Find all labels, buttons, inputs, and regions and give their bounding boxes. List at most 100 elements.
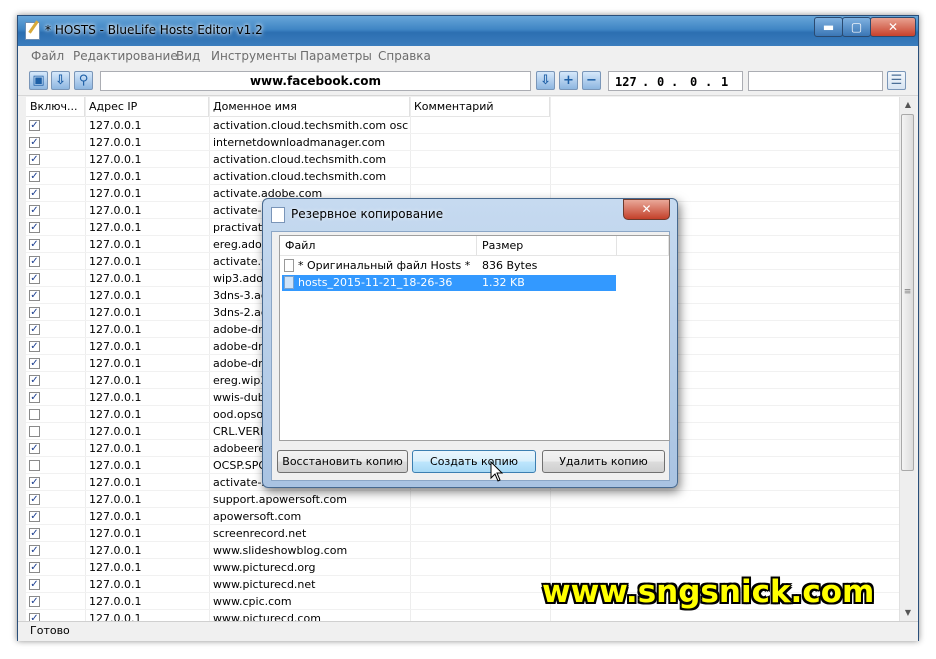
file-icon — [284, 276, 294, 289]
menu-file[interactable]: Файл — [31, 49, 64, 63]
list-view-icon[interactable]: ☰ — [887, 71, 906, 90]
table-row[interactable]: ✓ 127.0.0.1 www.picturecd.com — [26, 610, 899, 621]
menu-tools[interactable]: Инструменты — [211, 49, 297, 63]
enabled-checkbox[interactable]: ✓ — [29, 239, 40, 250]
enabled-checkbox[interactable]: ✓ — [29, 511, 40, 522]
table-row[interactable]: ✓ 127.0.0.1 www.slideshowblog.com — [26, 542, 899, 559]
vertical-scrollbar[interactable]: ▲ ≡ ▼ — [899, 97, 916, 621]
scroll-up-icon[interactable]: ▲ — [900, 97, 916, 113]
domain-cell: internetdownloadmanager.com — [213, 136, 386, 149]
add-icon[interactable]: + — [559, 71, 578, 90]
ip-segment-4: 1 — [721, 75, 729, 89]
move-down-icon[interactable]: ⇩ — [536, 71, 555, 90]
table-row[interactable]: ✓ 127.0.0.1 activation.cloud.techsmith.com — [26, 168, 899, 185]
restore-backup-button[interactable]: Восстановить копию — [277, 450, 408, 473]
ip-segment-1: 127 — [615, 75, 637, 89]
table-row[interactable]: ✓ 127.0.0.1 internetdownloadmanager.com — [26, 134, 899, 151]
backup-dialog: Резервное копирование ✕ Файл Размер * Ор… — [262, 198, 678, 488]
column-size[interactable]: Размер — [477, 236, 617, 256]
save-icon[interactable]: ▣ — [29, 71, 48, 90]
scroll-thumb[interactable]: ≡ — [901, 114, 914, 471]
backup-list[interactable]: Файл Размер * Оригинальный файл Hosts * … — [279, 235, 670, 441]
enabled-checkbox[interactable]: ✓ — [29, 545, 40, 556]
domain-cell: www.picturecd.net — [213, 578, 316, 591]
backup-row-selected[interactable]: hosts_2015-11-21_18-26-36 1.32 KB — [282, 275, 616, 291]
dialog-close-button[interactable]: ✕ — [623, 199, 670, 220]
enabled-checkbox[interactable]: ✓ — [29, 307, 40, 318]
enabled-checkbox[interactable]: ✓ — [29, 477, 40, 488]
domain-cell: apowersoft.com — [213, 510, 302, 523]
enabled-checkbox[interactable]: ✓ — [29, 290, 40, 301]
enabled-checkbox[interactable]: ✓ — [29, 205, 40, 216]
ip-cell: 127.0.0.1 — [89, 476, 142, 489]
column-domain[interactable]: Доменное имя — [209, 97, 410, 117]
enabled-checkbox[interactable]: ✓ — [29, 256, 40, 267]
create-backup-button[interactable]: Создать копию — [412, 450, 536, 473]
column-ip[interactable]: Адрес IP — [85, 97, 209, 117]
ip-cell: 127.0.0.1 — [89, 153, 142, 166]
domain-input[interactable]: www.facebook.com — [100, 71, 531, 91]
enabled-checkbox[interactable]: ✓ — [29, 375, 40, 386]
enabled-checkbox[interactable]: ✓ — [29, 494, 40, 505]
enabled-checkbox[interactable]: ✓ — [29, 273, 40, 284]
menu-edit[interactable]: Редактирование — [73, 49, 178, 63]
enabled-checkbox[interactable] — [29, 409, 40, 420]
enabled-checkbox[interactable]: ✓ — [29, 392, 40, 403]
scroll-down-icon[interactable]: ▼ — [900, 605, 916, 621]
table-row[interactable]: ✓ 127.0.0.1 apowersoft.com — [26, 508, 899, 525]
minimize-button[interactable]: ▬ — [814, 17, 843, 37]
column-comment[interactable]: Комментарий — [410, 97, 550, 117]
enabled-checkbox[interactable]: ✓ — [29, 188, 40, 199]
backup-row[interactable]: * Оригинальный файл Hosts * 836 Bytes — [282, 258, 616, 274]
enabled-checkbox[interactable]: ✓ — [29, 222, 40, 233]
ip-cell: 127.0.0.1 — [89, 136, 142, 149]
enabled-checkbox[interactable]: ✓ — [29, 324, 40, 335]
ip-cell: 127.0.0.1 — [89, 391, 142, 404]
download-icon[interactable]: ⇩ — [51, 71, 70, 90]
menu-bar: Файл Редактирование Вид Инструменты Пара… — [18, 46, 918, 66]
maximize-button[interactable]: ▢ — [842, 17, 871, 37]
table-row[interactable]: ✓ 127.0.0.1 activation.cloud.techsmith.com… — [26, 117, 899, 134]
domain-cell: www.picturecd.com — [213, 612, 321, 621]
domain-cell: activation.cloud.techsmith.com — [213, 153, 387, 166]
enabled-checkbox[interactable]: ✓ — [29, 579, 40, 590]
domain-cell: www.slideshowblog.com — [213, 544, 348, 557]
ip-input[interactable]: 127 . 0 . 0 . 1 — [608, 71, 743, 91]
menu-options[interactable]: Параметры — [300, 49, 372, 63]
ip-cell: 127.0.0.1 — [89, 272, 142, 285]
enabled-checkbox[interactable]: ✓ — [29, 528, 40, 539]
ip-cell: 127.0.0.1 — [89, 255, 142, 268]
enabled-checkbox[interactable]: ✓ — [29, 154, 40, 165]
ip-segment-3: 0 — [690, 75, 698, 89]
column-enabled[interactable]: Включ... — [26, 97, 85, 117]
enabled-checkbox[interactable]: ✓ — [29, 341, 40, 352]
remove-icon[interactable]: − — [582, 71, 601, 90]
menu-view[interactable]: Вид — [176, 49, 200, 63]
column-file[interactable]: Файл — [280, 236, 477, 256]
enabled-checkbox[interactable]: ✓ — [29, 137, 40, 148]
menu-help[interactable]: Справка — [378, 49, 431, 63]
toolbar: ▣ ⇩ ⚲ www.facebook.com ⇩ + − 127 . 0 . 0… — [18, 67, 918, 96]
dialog-app-icon — [271, 207, 285, 223]
table-row[interactable]: ✓ 127.0.0.1 screenrecord.net — [26, 525, 899, 542]
enabled-checkbox[interactable]: ✓ — [29, 562, 40, 573]
enabled-checkbox[interactable]: ✓ — [29, 171, 40, 182]
enabled-checkbox[interactable] — [29, 460, 40, 471]
close-button[interactable]: ✕ — [870, 17, 916, 37]
delete-backup-button[interactable]: Удалить копию — [542, 450, 665, 473]
enabled-checkbox[interactable]: ✓ — [29, 596, 40, 607]
ip-cell: 127.0.0.1 — [89, 408, 142, 421]
table-row[interactable]: ✓ 127.0.0.1 activation.cloud.techsmith.com — [26, 151, 899, 168]
ip-segment-2: 0 — [657, 75, 665, 89]
enabled-checkbox[interactable] — [29, 426, 40, 437]
enabled-checkbox[interactable]: ✓ — [29, 613, 40, 621]
status-text: Готово — [30, 624, 70, 637]
enabled-checkbox[interactable]: ✓ — [29, 120, 40, 131]
enabled-checkbox[interactable]: ✓ — [29, 358, 40, 369]
title-bar[interactable]: * HOSTS - BlueLife Hosts Editor v1.2 ▬ ▢… — [18, 16, 918, 46]
search-icon[interactable]: ⚲ — [74, 71, 93, 90]
comment-input[interactable] — [748, 71, 883, 91]
table-row[interactable]: ✓ 127.0.0.1 support.apowersoft.com — [26, 491, 899, 508]
ip-cell: 127.0.0.1 — [89, 187, 142, 200]
enabled-checkbox[interactable]: ✓ — [29, 443, 40, 454]
